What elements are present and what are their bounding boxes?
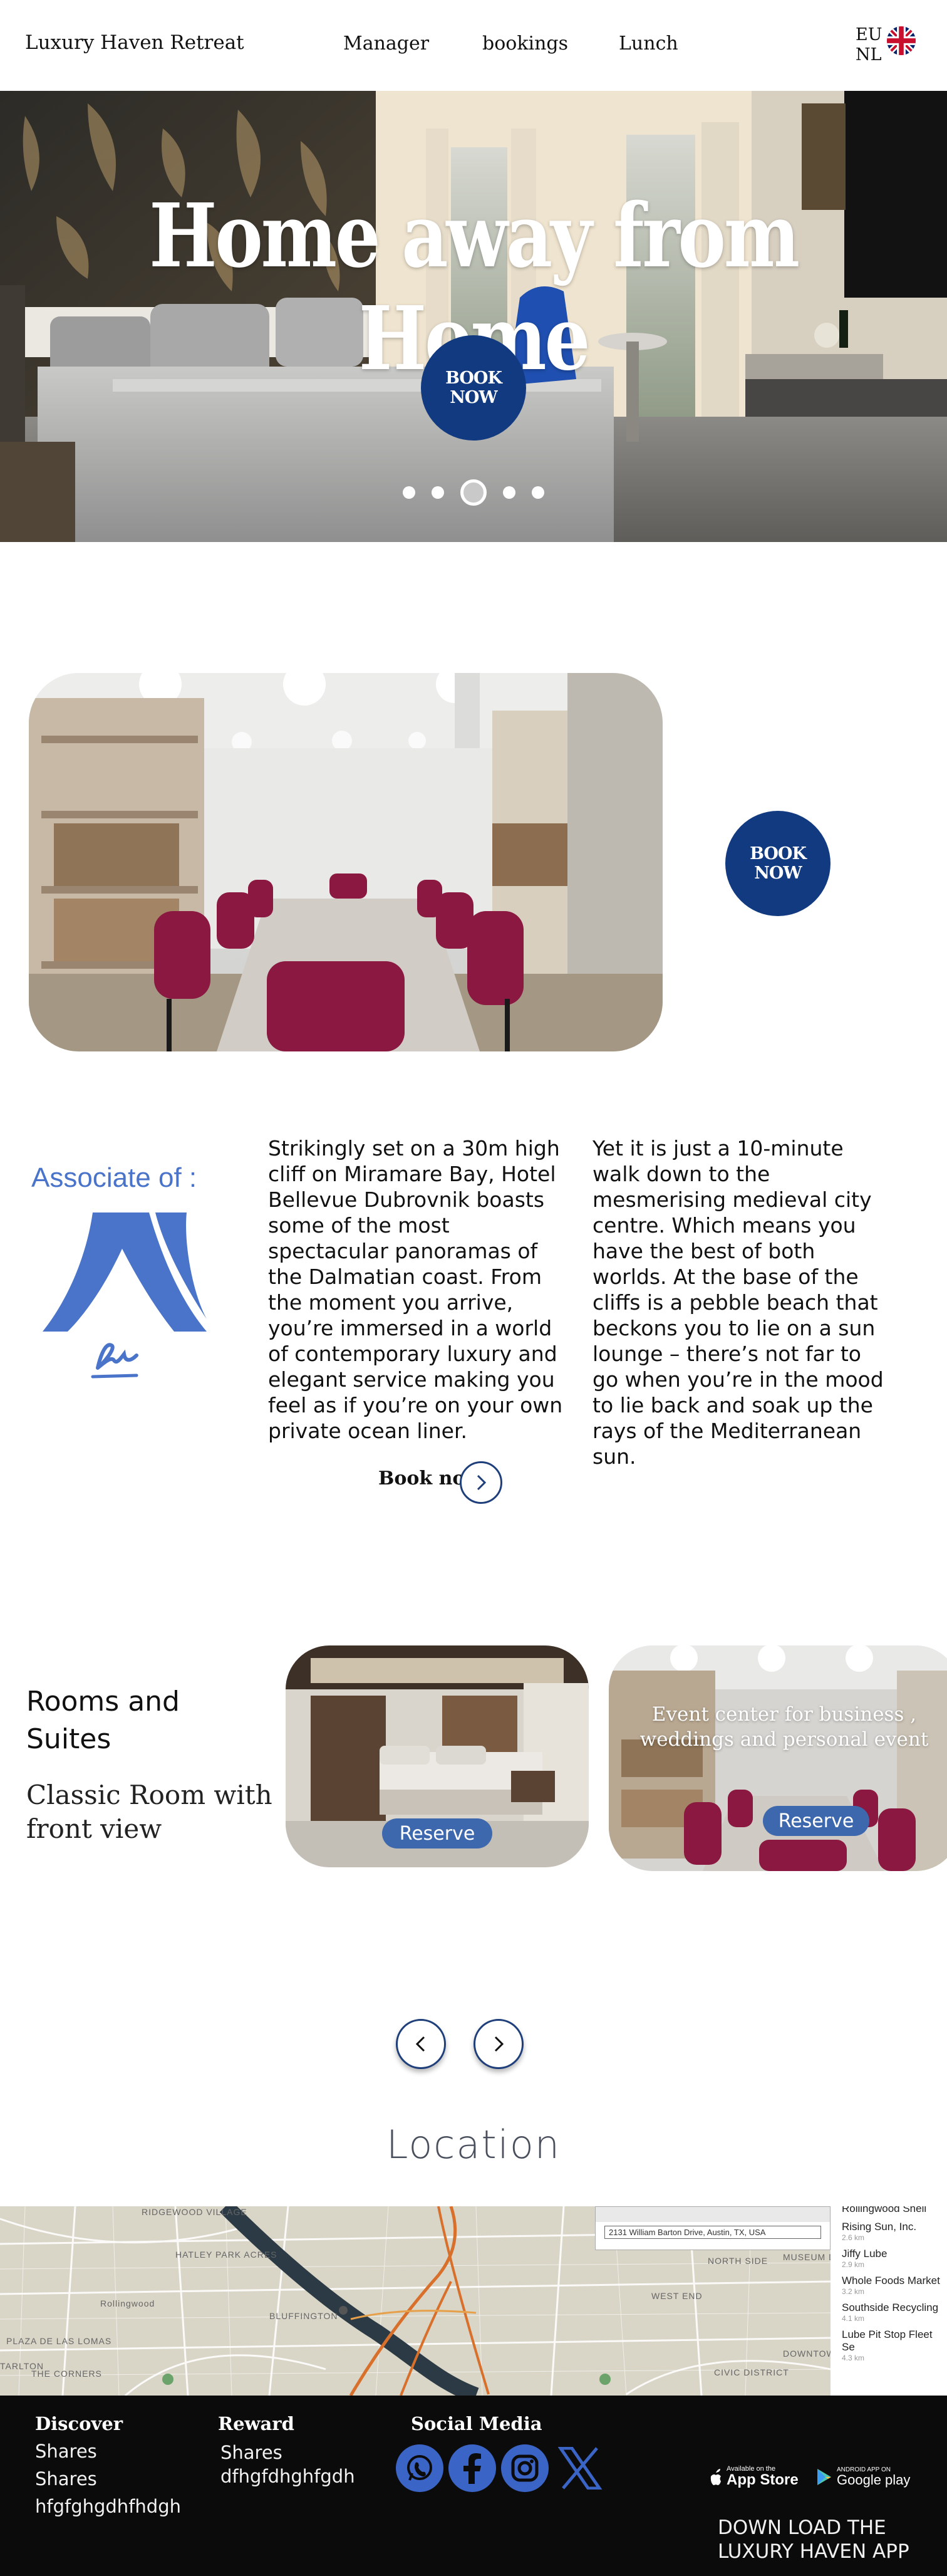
lang-primary[interactable]: EU [856, 25, 882, 45]
footer-social-heading: Social Media [411, 2413, 542, 2434]
reserve-button[interactable]: Reserve [763, 1806, 869, 1836]
footer-discover-link[interactable]: Shares [35, 2441, 97, 2462]
carousel-dot[interactable] [432, 486, 444, 499]
hero-carousel-dots [0, 479, 947, 506]
map-label-rollingwood: Rollingwood [100, 2298, 155, 2308]
chevron-right-icon [494, 2036, 504, 2052]
lang-secondary[interactable]: NL [856, 45, 882, 65]
rooms-title: Rooms and Suites [26, 1686, 180, 1755]
map-label-museum: MUSEUM DISTRICT [783, 2252, 831, 2262]
place-item[interactable]: Rising Sun, Inc. 2.6 km [842, 2221, 947, 2242]
nav-item-lunch[interactable]: Lunch [619, 33, 678, 55]
place-item[interactable]: Whole Foods Market 3.2 km [842, 2275, 947, 2296]
location-title: Location [386, 2122, 561, 2167]
whatsapp-icon[interactable] [396, 2444, 443, 2492]
google-play-text: Google play [837, 2471, 911, 2488]
footer-discover-link[interactable]: Shares [35, 2468, 97, 2490]
event-center-caption: Event center for business , weddings and… [639, 1703, 929, 1751]
place-item[interactable]: Jiffy Lube 2.9 km [842, 2248, 947, 2269]
map-label-plaza: PLAZA DE LAS LOMAS [6, 2336, 111, 2346]
brand-name[interactable]: Luxury Haven Retreat [25, 31, 244, 54]
map-label-bluffington: BLUFFINGTON [269, 2311, 338, 2321]
rooms-next-button[interactable] [473, 2019, 524, 2069]
footer-reward-link[interactable]: dfhgfdhghfgdh [220, 2466, 355, 2487]
map-label-west-end: WEST END [651, 2291, 703, 2301]
footer-discover-heading: Discover [35, 2413, 123, 2434]
nav-item-manager[interactable]: Manager [343, 33, 429, 55]
place-item[interactable]: Rollingwood Shell [842, 2206, 947, 2215]
reserve-button[interactable]: Reserve [382, 1818, 492, 1849]
carousel-dot[interactable] [532, 486, 544, 499]
carousel-dot[interactable] [503, 486, 515, 499]
app-store-badge[interactable]: Available on the App Store [709, 2464, 799, 2490]
carousel-dot-active[interactable] [460, 479, 487, 506]
footer-reward-link[interactable]: Shares [220, 2442, 282, 2463]
map-address-input[interactable]: 2131 William Barton Drive, Austin, TX, U… [604, 2226, 821, 2239]
footer-reward-heading: Reward [218, 2413, 294, 2434]
room-card-classic[interactable]: Reserve [286, 1645, 589, 1867]
room-card-event-center[interactable]: Event center for business , weddings and… [609, 1645, 947, 1871]
chevron-left-icon [415, 2036, 425, 2052]
event-center-photo [609, 1645, 947, 1871]
about-paragraph-2: Yet it is just a 10-minute walk down to … [593, 1136, 884, 1469]
marriott-logo-icon [43, 1206, 207, 1382]
google-play-icon [817, 2469, 831, 2485]
place-item[interactable]: Southside Recycling 4.1 km [842, 2302, 947, 2323]
rooms-prev-button[interactable] [396, 2019, 446, 2069]
map-label-hatley: HATLEY PARK ACRES [175, 2250, 277, 2260]
hero-banner: Home away from Home BOOK NOW [0, 91, 947, 542]
meeting-book-now-button[interactable]: BOOK NOW [725, 811, 831, 916]
footer-discover-link[interactable]: hfgfghgdhfhdgh [35, 2496, 181, 2517]
google-play-badge[interactable]: ANDROID APP ON Google play [815, 2464, 910, 2490]
place-item[interactable]: Lube Pit Stop Fleet Se 4.3 km [842, 2328, 947, 2362]
carousel-dot[interactable] [403, 486, 415, 499]
facebook-icon[interactable] [448, 2444, 496, 2492]
site-header: Luxury Haven Retreat Manager bookings Lu… [0, 0, 947, 91]
map-places-panel: Rollingwood Shell Rising Sun, Inc. 2.6 km… [831, 2206, 947, 2396]
hero-book-now-button[interactable]: BOOK NOW [421, 335, 526, 441]
instagram-icon[interactable] [501, 2444, 549, 2492]
map-label-ridgewood: RIDGEWOOD VILLAGE [142, 2207, 247, 2217]
nav-item-bookings[interactable]: bookings [482, 33, 568, 55]
location-map[interactable]: RIDGEWOOD VILLAGE HATLEY PARK ACRES BLUF… [0, 2206, 947, 2396]
language-switcher[interactable]: EU NL [856, 25, 882, 65]
apple-icon [710, 2469, 721, 2485]
site-footer: Discover Shares Shares hfgfghgdhfhdgh Re… [0, 2396, 947, 2576]
map-label-north-side: NORTH SIDE [708, 2256, 768, 2266]
map-label-downtown: DOWNTOWN AUSTIN [783, 2349, 831, 2359]
associate-label: Associate of : [31, 1162, 197, 1193]
meeting-room-photo [29, 673, 663, 1051]
map-label-corners: THE CORNERS [31, 2369, 102, 2379]
map-address-box: 2131 William Barton Drive, Austin, TX, U… [595, 2206, 831, 2250]
app-store-text: App Store [727, 2471, 799, 2488]
rooms-subtitle: Classic Room with front view [26, 1780, 272, 1844]
uk-flag-icon[interactable] [887, 26, 916, 55]
download-app-text: DOWN LOAD THE LUXURY HAVEN APP [718, 2516, 909, 2563]
chevron-right-icon [477, 1474, 487, 1491]
about-paragraph-1: Strikingly set on a 30m high cliff on Mi… [268, 1136, 563, 1443]
map-label-civic: CIVIC DISTRICT [714, 2367, 789, 2377]
x-icon[interactable] [556, 2444, 604, 2492]
book-now-arrow-button[interactable] [460, 1461, 502, 1504]
